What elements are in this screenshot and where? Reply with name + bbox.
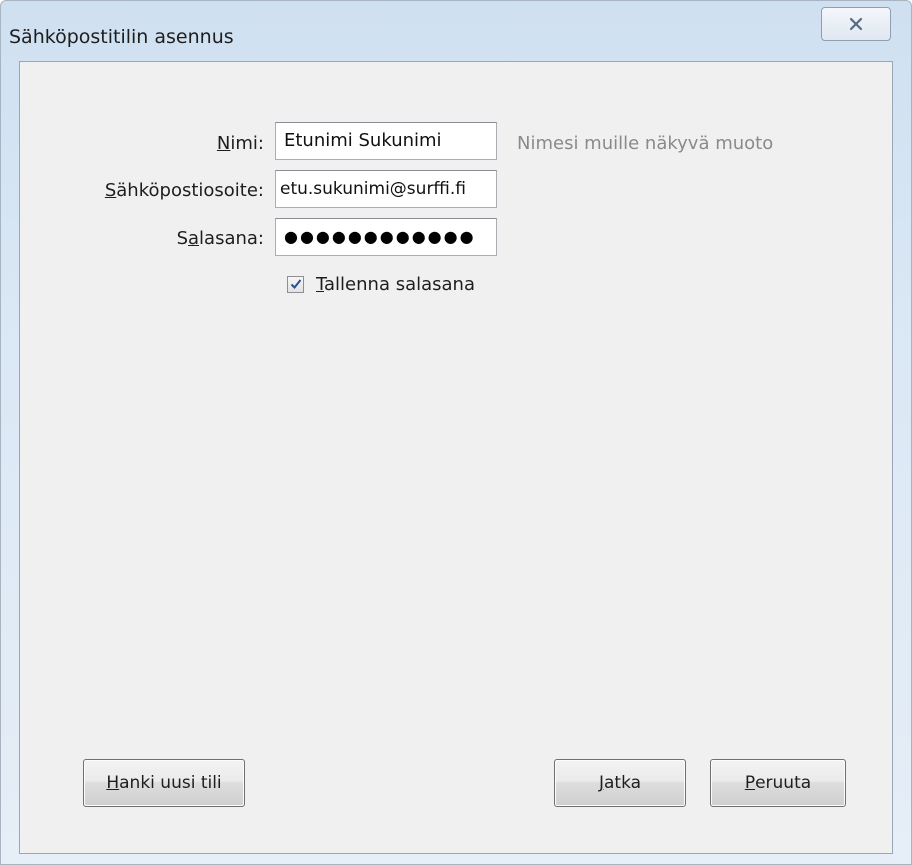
remember-password-label: Tallenna salasana (316, 274, 475, 295)
checkmark-icon (290, 275, 302, 294)
continue-button[interactable]: Jatka (554, 759, 686, 807)
name-hint: Nimesi muille näkyvä muoto (517, 133, 774, 154)
email-input[interactable]: etu.sukunimi@surffi.fi (275, 170, 497, 208)
get-new-account-button[interactable]: Hanki uusi tili (83, 759, 245, 807)
cancel-button[interactable]: Peruuta (710, 759, 846, 807)
password-input[interactable]: ●●●●●●●●●●●● (275, 218, 497, 256)
dialog-content: Nimi: Etunimi Sukunimi Nimesi muille näk… (19, 61, 893, 854)
name-input[interactable]: Etunimi Sukunimi (275, 122, 497, 160)
password-label: Salasana: (176, 228, 264, 249)
name-label: Nimi: (216, 133, 264, 154)
window-title: Sähköpostitilin asennus (9, 26, 234, 48)
setup-dialog-window: Sähköpostitilin asennus Nimi: Etunimi Su… (0, 0, 912, 865)
remember-password-row[interactable]: Tallenna salasana (287, 274, 475, 295)
close-button[interactable] (821, 7, 891, 41)
close-icon (849, 17, 863, 31)
email-label: Sähköpostiosoite: (104, 180, 264, 201)
remember-password-checkbox[interactable] (287, 276, 304, 293)
title-bar: Sähköpostitilin asennus (1, 1, 911, 63)
